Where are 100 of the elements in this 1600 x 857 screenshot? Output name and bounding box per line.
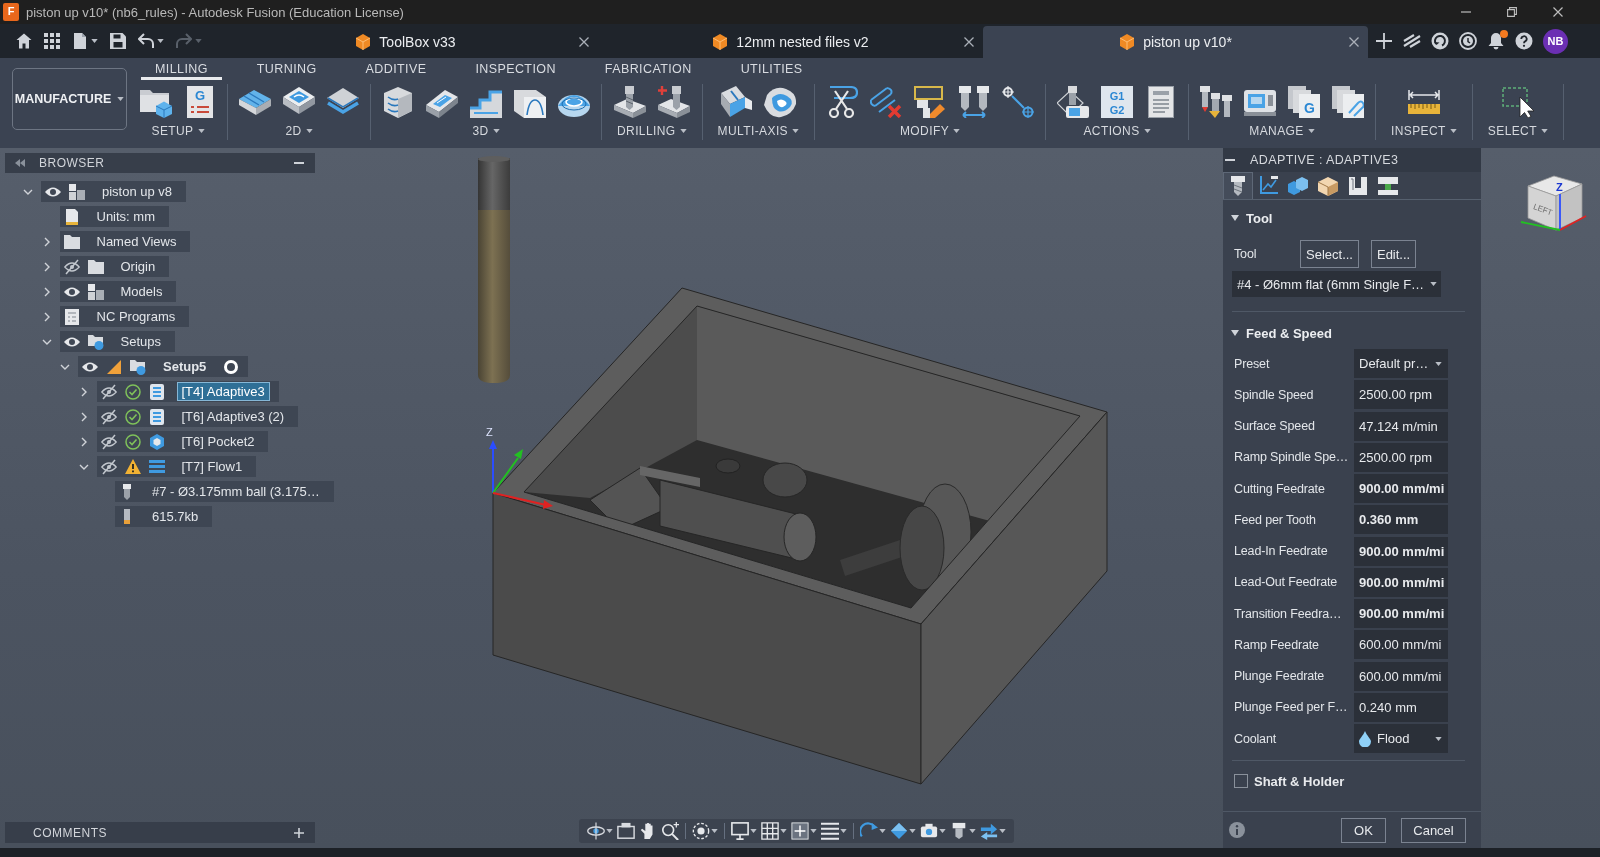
tree-item[interactable]: 615.7kb [115, 506, 213, 527]
tree-item[interactable]: [T6] Adaptive3 (2) [96, 406, 299, 427]
circular-arrow-icon[interactable] [1431, 32, 1449, 50]
eye-slash-icon[interactable] [100, 458, 117, 475]
caret-icon[interactable] [999, 829, 1006, 833]
chevron-right-icon[interactable] [80, 411, 87, 422]
plus-icon[interactable] [294, 827, 304, 838]
tree-item[interactable]: #7 - Ø3.175mm ball (3.175… [115, 481, 334, 502]
caret-icon[interactable] [909, 829, 916, 833]
ring-icon[interactable] [223, 358, 240, 375]
slanted-lines-icon[interactable] [1403, 32, 1421, 50]
caret-icon[interactable] [157, 39, 164, 43]
info-icon[interactable] [1229, 822, 1245, 838]
tool-machine-icon[interactable] [1057, 86, 1089, 118]
caret-icon[interactable] [305, 129, 313, 133]
tilted-blocks-icon[interactable] [720, 86, 753, 118]
tree-item[interactable]: [T6] Pocket2 [96, 431, 269, 452]
caret-icon[interactable] [879, 829, 886, 833]
tree-item[interactable]: NC Programs [59, 306, 190, 327]
dropdown[interactable]: Flood [1354, 724, 1448, 754]
value-field[interactable]: 2500.00 rpm [1354, 442, 1448, 472]
chevron-down-icon[interactable] [78, 463, 89, 470]
lines-icon[interactable] [821, 822, 839, 840]
value-field[interactable]: 600.00 mm/mi [1354, 630, 1448, 660]
tray-icon[interactable] [617, 822, 635, 840]
drill-plus-icon[interactable] [657, 86, 690, 118]
group-dropdown[interactable]: DRILLING [609, 122, 695, 140]
caret-icon[interactable] [1435, 736, 1442, 741]
close-icon[interactable] [964, 37, 974, 47]
chevron-right-icon[interactable] [43, 236, 50, 247]
caret-icon[interactable] [750, 829, 757, 833]
caret-icon[interactable] [953, 129, 961, 133]
dropdown[interactable]: Default pr… [1354, 349, 1448, 379]
group-dropdown[interactable]: 2D [277, 122, 321, 140]
caret-icon[interactable] [939, 829, 946, 833]
group-dropdown[interactable]: MULTI-AXIS [709, 122, 807, 140]
caret-icon[interactable] [1430, 282, 1438, 286]
tree-item[interactable]: Origin [59, 256, 170, 277]
caret-icon[interactable] [969, 829, 976, 833]
caret-icon[interactable] [1143, 129, 1151, 133]
arc-arrow-icon[interactable] [860, 822, 878, 840]
panel-tab[interactable] [1223, 172, 1253, 199]
value-field[interactable]: 600.00 mm/mi [1354, 661, 1448, 691]
value-field[interactable]: 0.240 mm [1354, 692, 1448, 722]
caret-icon[interactable] [1307, 129, 1315, 133]
apps-grid-icon[interactable] [44, 33, 60, 49]
group-dropdown[interactable]: SETUP [143, 122, 213, 140]
orbit-icon[interactable] [587, 822, 605, 840]
ribbon-tab[interactable]: FABRICATION [590, 58, 706, 80]
end-mill-icon[interactable] [950, 822, 968, 840]
eye-slash-icon[interactable] [100, 383, 117, 400]
swirl-icon[interactable] [764, 86, 797, 118]
ribbon-tab[interactable]: ADDITIVE [351, 58, 441, 80]
ribbon-tab[interactable]: INSPECTION [461, 58, 570, 80]
drill-block-icon[interactable] [613, 86, 646, 118]
group-dropdown[interactable]: SELECT [1479, 122, 1556, 140]
tree-item[interactable]: Models [59, 281, 177, 302]
camera-icon[interactable] [920, 822, 938, 840]
checkbox[interactable] [1234, 774, 1248, 789]
plus-icon[interactable] [1375, 32, 1393, 50]
scissors-icon[interactable] [826, 86, 858, 118]
document-tab[interactable]: 12mm nested files v2 [598, 26, 983, 58]
dialog-button[interactable]: OK [1341, 817, 1386, 843]
dialog-button[interactable]: Cancel [1401, 817, 1466, 843]
value-field[interactable]: 2500.00 rpm [1354, 380, 1448, 410]
document-tab[interactable]: ToolBox v33 [213, 26, 598, 58]
tree-item[interactable]: Setups [59, 331, 175, 352]
caret-icon[interactable] [1435, 361, 1442, 366]
undo-icon[interactable] [138, 33, 154, 49]
tree-item[interactable]: Units: mm [59, 206, 169, 227]
help-icon[interactable] [1515, 32, 1533, 50]
bell-icon[interactable] [1487, 32, 1505, 50]
triangle-down-icon[interactable] [1231, 215, 1239, 221]
swap-arrows-icon[interactable] [980, 822, 998, 840]
chevron-right-icon[interactable] [43, 286, 50, 297]
caret-icon[interactable] [1449, 129, 1457, 133]
two-tools-icon[interactable] [958, 86, 990, 118]
caret-icon[interactable] [1540, 129, 1548, 133]
triangle-down-icon[interactable] [1231, 330, 1239, 336]
plus-square-icon[interactable] [791, 822, 809, 840]
close-icon[interactable] [1349, 37, 1359, 47]
value-field[interactable]: 0.360 mm [1354, 505, 1448, 535]
restore-icon[interactable] [1507, 7, 1517, 17]
dashed-circle-icon[interactable] [692, 822, 710, 840]
clip-delete-icon[interactable] [870, 86, 902, 118]
group-dropdown[interactable]: MODIFY [891, 122, 969, 140]
caret-icon[interactable] [606, 829, 613, 833]
panel-button[interactable]: Select... [1300, 240, 1359, 268]
chevron-down-icon[interactable] [41, 338, 52, 345]
group-dropdown[interactable]: ACTIONS [1075, 122, 1159, 140]
ribbon-tab[interactable]: MILLING [141, 58, 222, 80]
close-icon[interactable] [1553, 7, 1563, 17]
value-field[interactable]: 900.00 mm/mi [1354, 567, 1448, 597]
diamond-icon[interactable] [890, 822, 908, 840]
tree-item[interactable]: [T4] Adaptive3 [96, 381, 279, 402]
tree-item[interactable]: Setup5 [78, 356, 249, 377]
box-contour-icon[interactable] [382, 86, 414, 118]
block-pencil-icon[interactable] [914, 86, 946, 118]
monitor-icon[interactable] [731, 822, 749, 840]
value-field[interactable]: 900.00 mm/mi [1354, 474, 1448, 504]
